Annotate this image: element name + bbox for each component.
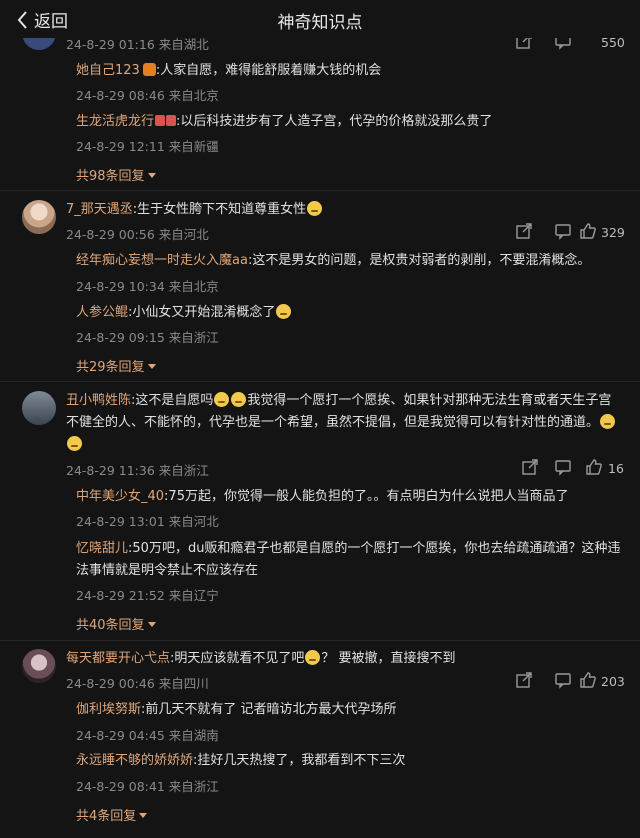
reply-text-cont: 法事情就是明令禁止不应该存在 xyxy=(76,563,259,578)
reply-item[interactable]: 生龙活虎龙行 :以后科技进步有了人造子宫，代孕的价格就没那么贵了 xyxy=(76,113,492,130)
like-count: 329 xyxy=(601,225,625,240)
comment-author[interactable]: 7_那天遇丞 xyxy=(66,202,133,217)
comment-text-b: 我觉得一个愿打一个愿挨、如果针对那种无法生育或者天生子宫 xyxy=(247,393,612,408)
reply-meta: 24-8-29 04:45 来自湖南 xyxy=(76,728,219,743)
reply-text: :这不是男女的问题，是权贵对弱者的剥削，不要混淆概念。 xyxy=(247,253,591,268)
divider xyxy=(0,381,640,382)
more-replies-label: 共4条回复 xyxy=(76,809,137,824)
reply-item[interactable]: 永远睡不够的娇娇娇:挂好几天热搜了，我都看到不下三次 xyxy=(76,752,405,769)
caret-down-icon xyxy=(147,622,156,627)
avatar[interactable] xyxy=(22,200,56,234)
comment-author[interactable]: 每天都要开心弋点 xyxy=(66,651,170,666)
more-replies-label: 共98条回复 xyxy=(76,169,145,184)
reply-text: :挂好几天热搜了，我都看到不下三次 xyxy=(193,753,406,768)
caret-down-icon xyxy=(147,364,156,369)
comment-meta: 24-8-29 00:46 来自四川 xyxy=(66,676,209,691)
reply-text: :前几天不就有了 记者暗访北方最大代孕场所 xyxy=(141,702,397,717)
reply-text: :小仙女又开始混淆概念了 xyxy=(128,305,276,320)
reply-meta: 24-8-29 08:41 来自浙江 xyxy=(76,779,219,794)
comment-meta: 24-8-29 00:56 来自河北 xyxy=(66,227,209,242)
more-replies-label: 共40条回复 xyxy=(76,618,145,633)
more-replies-button[interactable]: 共4条回复 xyxy=(76,805,148,824)
reply-item[interactable]: 忆晓甜儿:50万吧，du贩和瘾君子也都是自愿的一个愿打一个愿挨，你也去给疏通疏通… xyxy=(76,540,620,557)
comment-body-line2: 不健全的人、不能怀的，代孕也是一个希望，虽然不提倡，但是我觉得可以有针对性的通道… xyxy=(66,414,616,431)
emoji-icon xyxy=(276,304,292,319)
emoji-icon xyxy=(305,650,321,665)
reply-author[interactable]: 经年痴心妄想一时走火入魔aa xyxy=(76,253,248,268)
avatar[interactable] xyxy=(22,391,56,425)
reply-author[interactable]: 忆晓甜儿 xyxy=(76,541,128,556)
emoji-icon xyxy=(231,392,247,407)
emoji-icon xyxy=(155,115,166,126)
comment-body: 7_那天遇丞:生于女性胯下不知道尊重女性 xyxy=(66,201,323,218)
comment-body-line3 xyxy=(66,436,83,453)
reply-meta: 24-8-29 21:52 来自辽宁 xyxy=(76,588,219,603)
reply-author[interactable]: 永远睡不够的娇娇娇 xyxy=(76,753,193,768)
like-count: 16 xyxy=(608,461,624,476)
thumbs-up-icon[interactable] xyxy=(585,458,603,476)
like-count: 203 xyxy=(601,674,625,689)
comment-text: :生于女性胯下不知道尊重女性 xyxy=(132,202,307,217)
reply-text: :50万吧，du贩和瘾君子也都是自愿的一个愿打一个愿挨，你也去给疏通疏通？这种违 xyxy=(128,541,621,556)
comment-body: 每天都要开心弋点:明天应该就看不见了吧 ？ 要被撤，直接搜不到 xyxy=(66,650,456,667)
emoji-icon xyxy=(600,414,616,429)
comment-body: 丑小鸭姓陈:这不是自愿吗 我觉得一个愿打一个愿挨、如果针对那种无法生育或者天生子宫 xyxy=(66,392,611,409)
caret-down-icon xyxy=(147,173,156,178)
comment-author[interactable]: 丑小鸭姓陈 xyxy=(66,393,131,408)
reply-item[interactable]: 她自己123 :人家自愿，难得能舒服着赚大钱的机会 xyxy=(76,62,381,79)
caret-down-icon xyxy=(139,813,148,818)
comment-text-a: :这不是自愿吗 xyxy=(131,393,214,408)
reply-author[interactable]: 生龙活虎龙行 xyxy=(76,114,154,129)
comment-text-a: :明天应该就看不见了吧 xyxy=(170,651,305,666)
reply-text: :75万起，你觉得一般人能负担的了。。有点明白为什么说把人当商品了 xyxy=(164,489,569,504)
more-replies-button[interactable]: 共40条回复 xyxy=(76,614,156,633)
comment-icon[interactable] xyxy=(554,671,572,689)
emoji-icon xyxy=(307,201,323,216)
comment-icon[interactable] xyxy=(554,222,572,240)
reply-author[interactable]: 人参公鲲 xyxy=(76,305,128,320)
reply-author[interactable]: 伽利埃努斯 xyxy=(76,702,141,717)
reply-meta: 24-8-29 09:15 来自浙江 xyxy=(76,330,219,345)
reply-item[interactable]: 伽利埃努斯:前几天不就有了 记者暗访北方最大代孕场所 xyxy=(76,701,397,718)
reply-meta: 24-8-29 13:01 来自河北 xyxy=(76,514,219,529)
thumbs-up-icon[interactable] xyxy=(579,671,597,689)
emoji-icon xyxy=(67,436,82,451)
emoji-icon xyxy=(166,115,177,126)
reply-item[interactable]: 中年美少女_40:75万起，你觉得一般人能负担的了。。有点明白为什么说把人当商品… xyxy=(76,488,568,505)
share-icon[interactable] xyxy=(515,671,533,689)
more-replies-button[interactable]: 共29条回复 xyxy=(76,356,156,375)
reply-author[interactable]: 她自己123 xyxy=(76,63,140,78)
comment-icon[interactable] xyxy=(554,458,572,476)
comment-meta: 24-8-29 11:36 来自浙江 xyxy=(66,463,209,478)
share-icon[interactable] xyxy=(521,458,539,476)
share-icon[interactable] xyxy=(515,222,533,240)
reply-item[interactable]: 经年痴心妄想一时走火入魔aa:这不是男女的问题，是权贵对弱者的剥削，不要混淆概念… xyxy=(76,252,590,269)
reply-meta: 24-8-29 10:34 来自北京 xyxy=(76,279,219,294)
thumbs-up-icon[interactable] xyxy=(579,222,597,240)
divider xyxy=(0,640,640,641)
crown-icon xyxy=(142,63,156,76)
reply-text: :以后科技进步有了人造子宫，代孕的价格就没那么贵了 xyxy=(176,114,493,129)
more-replies-button[interactable]: 共98条回复 xyxy=(76,165,156,184)
avatar[interactable] xyxy=(22,649,56,683)
reply-text: :人家自愿，难得能舒服着赚大钱的机会 xyxy=(155,63,382,78)
reply-item[interactable]: 人参公鲲:小仙女又开始混淆概念了 xyxy=(76,304,292,321)
more-replies-label: 共29条回复 xyxy=(76,360,145,375)
reply-meta: 24-8-29 12:11 来自新疆 xyxy=(76,139,219,154)
divider xyxy=(0,190,640,191)
emoji-icon xyxy=(214,392,230,407)
reply-author[interactable]: 中年美少女_40 xyxy=(76,489,164,504)
reply-meta: 24-8-29 08:46 来自北京 xyxy=(76,88,219,103)
top-bar: 返回 神奇知识点 xyxy=(0,0,640,38)
comment-text-b: ？ 要被撤，直接搜不到 xyxy=(321,651,456,666)
reply-item-line2: 法事情就是明令禁止不应该存在 xyxy=(76,562,258,579)
page-title: 神奇知识点 xyxy=(277,13,363,33)
comment-text-c: 不健全的人、不能怀的，代孕也是一个希望，虽然不提倡，但是我觉得可以有针对性的通道… xyxy=(66,415,600,430)
